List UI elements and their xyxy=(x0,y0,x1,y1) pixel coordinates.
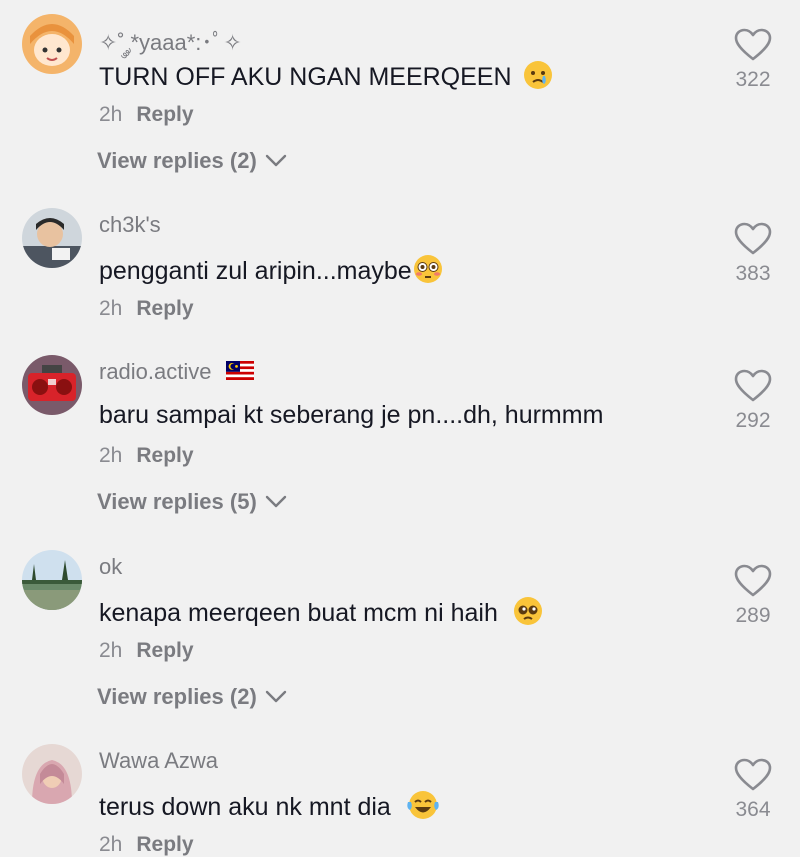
tears-of-joy-emoji xyxy=(406,790,440,827)
like-button[interactable]: 292 xyxy=(725,369,781,433)
like-count: 364 xyxy=(735,798,771,821)
username[interactable]: Wawa Azwa xyxy=(99,748,218,774)
like-button[interactable]: 322 xyxy=(725,28,781,92)
reply-button[interactable]: Reply xyxy=(136,639,193,662)
timestamp: 2h xyxy=(99,103,123,126)
like-count: 292 xyxy=(735,409,771,432)
like-button[interactable]: 289 xyxy=(725,564,781,628)
user-avatar[interactable] xyxy=(22,14,82,74)
heart-icon xyxy=(734,564,772,597)
view-replies-button[interactable]: View replies (2) xyxy=(97,148,287,174)
heart-icon xyxy=(734,758,772,791)
like-button[interactable]: 364 xyxy=(725,758,781,822)
timestamp: 2h xyxy=(99,639,123,662)
heart-icon xyxy=(734,222,772,255)
reply-button[interactable]: Reply xyxy=(136,103,193,126)
comment-text: baru sampai kt seberang je pn....dh, hur… xyxy=(99,401,604,429)
heart-icon xyxy=(734,369,772,402)
chevron-down-icon xyxy=(265,495,286,508)
crying-face-emoji xyxy=(523,60,553,97)
user-avatar[interactable] xyxy=(22,208,82,268)
comment-meta: 2h Reply xyxy=(99,444,194,468)
pleading-face-emoji xyxy=(513,596,543,633)
comment-meta: 2h Reply xyxy=(99,297,194,321)
user-avatar[interactable] xyxy=(22,550,82,610)
reply-button[interactable]: Reply xyxy=(136,444,193,467)
timestamp: 2h xyxy=(99,444,123,467)
username[interactable]: ok xyxy=(99,554,122,580)
like-button[interactable]: 383 xyxy=(725,222,781,286)
like-count: 289 xyxy=(735,604,771,627)
comment-text: pengganti zul aripin...maybe xyxy=(99,254,444,291)
reply-button[interactable]: Reply xyxy=(136,833,193,856)
reply-button[interactable]: Reply xyxy=(136,297,193,320)
malaysia-flag-icon xyxy=(225,360,254,386)
username[interactable]: ch3k's xyxy=(99,212,161,238)
comment-text: TURN OFF AKU NGAN MEERQEEN xyxy=(99,60,553,97)
flushed-face-emoji xyxy=(412,254,444,291)
user-avatar[interactable] xyxy=(22,744,82,804)
comment-meta: 2h Reply xyxy=(99,833,194,857)
view-replies-button[interactable]: View replies (5) xyxy=(97,489,287,515)
heart-icon xyxy=(734,28,772,61)
comment-meta: 2h Reply xyxy=(99,103,194,127)
chevron-down-icon xyxy=(265,690,286,703)
user-avatar[interactable] xyxy=(22,355,82,415)
username[interactable]: radio.active xyxy=(99,359,254,386)
comment-text: terus down aku nk mnt dia xyxy=(99,790,440,827)
chevron-down-icon xyxy=(265,154,286,167)
like-count: 322 xyxy=(735,68,771,91)
timestamp: 2h xyxy=(99,833,123,856)
like-count: 383 xyxy=(735,262,771,285)
view-replies-button[interactable]: View replies (2) xyxy=(97,684,287,710)
timestamp: 2h xyxy=(99,297,123,320)
comment-text: kenapa meerqeen buat mcm ni haih xyxy=(99,596,543,633)
comment-meta: 2h Reply xyxy=(99,639,194,663)
